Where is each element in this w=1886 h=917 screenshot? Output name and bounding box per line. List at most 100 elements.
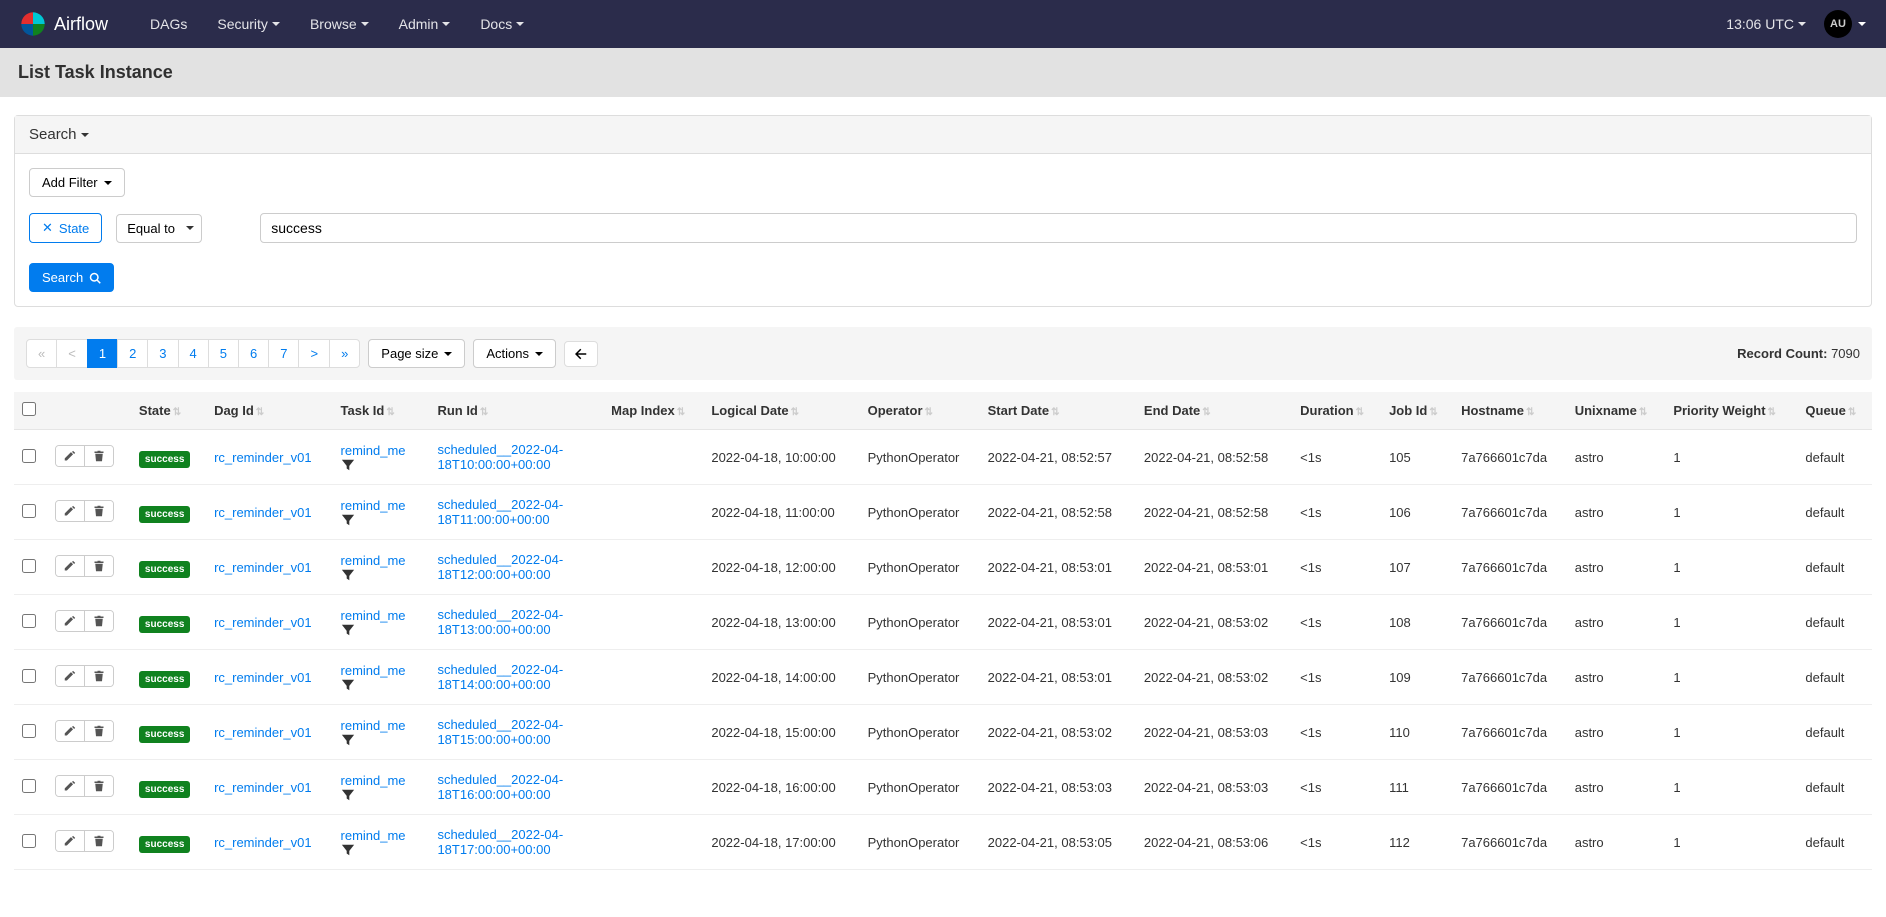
task-id-link[interactable]: remind_me <box>341 773 406 788</box>
duration-cell: <1s <box>1292 650 1381 705</box>
dag-id-link[interactable]: rc_reminder_v01 <box>214 670 312 685</box>
page-6[interactable]: 6 <box>238 339 269 368</box>
nav-item-browse[interactable]: Browse <box>298 2 381 46</box>
add-filter-button[interactable]: Add Filter <box>29 168 125 197</box>
page-size-dropdown[interactable]: Page size <box>368 339 465 368</box>
actions-dropdown[interactable]: Actions <box>473 339 556 368</box>
filter-icon[interactable] <box>341 678 422 692</box>
row-checkbox[interactable] <box>22 834 36 848</box>
run-id-link[interactable]: scheduled__2022-04-18T12:00:00+00:00 <box>437 552 577 582</box>
delete-button[interactable] <box>84 501 113 521</box>
row-checkbox[interactable] <box>22 669 36 683</box>
page-1[interactable]: 1 <box>87 339 118 368</box>
dag-id-link[interactable]: rc_reminder_v01 <box>214 450 312 465</box>
nav-item-admin[interactable]: Admin <box>387 2 463 46</box>
page-4[interactable]: 4 <box>178 339 209 368</box>
queue-cell: default <box>1797 430 1872 485</box>
task-id-link[interactable]: remind_me <box>341 718 406 733</box>
delete-button[interactable] <box>84 666 113 686</box>
col-hostname[interactable]: Hostname⇅ <box>1453 392 1567 430</box>
page-5[interactable]: 5 <box>208 339 239 368</box>
task-id-link[interactable]: remind_me <box>341 553 406 568</box>
filter-icon[interactable] <box>341 843 422 857</box>
delete-button[interactable] <box>84 556 113 576</box>
clock[interactable]: 13:06 UTC <box>1726 16 1806 32</box>
delete-button[interactable] <box>84 611 113 631</box>
filter-icon[interactable] <box>341 458 422 472</box>
run-id-link[interactable]: scheduled__2022-04-18T11:00:00+00:00 <box>437 497 577 527</box>
col-unixname[interactable]: Unixname⇅ <box>1567 392 1666 430</box>
col-state[interactable]: State⇅ <box>131 392 206 430</box>
row-checkbox[interactable] <box>22 614 36 628</box>
run-id-link[interactable]: scheduled__2022-04-18T13:00:00+00:00 <box>437 607 577 637</box>
col-logical-date[interactable]: Logical Date⇅ <box>703 392 859 430</box>
filter-icon[interactable] <box>341 733 422 747</box>
col-duration[interactable]: Duration⇅ <box>1292 392 1381 430</box>
edit-button[interactable] <box>56 556 84 576</box>
col-start-date[interactable]: Start Date⇅ <box>980 392 1136 430</box>
col-run-id[interactable]: Run Id⇅ <box>429 392 603 430</box>
run-id-link[interactable]: scheduled__2022-04-18T14:00:00+00:00 <box>437 662 577 692</box>
filter-icon[interactable] <box>341 788 422 802</box>
task-id-link[interactable]: remind_me <box>341 663 406 678</box>
page-2[interactable]: 2 <box>117 339 148 368</box>
filter-icon[interactable] <box>341 568 422 582</box>
dag-id-link[interactable]: rc_reminder_v01 <box>214 725 312 740</box>
filter-value-input[interactable] <box>260 213 1857 243</box>
row-checkbox[interactable] <box>22 779 36 793</box>
page-7[interactable]: 7 <box>268 339 299 368</box>
col-job-id[interactable]: Job Id⇅ <box>1381 392 1453 430</box>
row-checkbox[interactable] <box>22 449 36 463</box>
filter-operator-select[interactable]: Equal to <box>116 214 202 243</box>
nav-item-docs[interactable]: Docs <box>468 2 536 46</box>
task-id-link[interactable]: remind_me <box>341 443 406 458</box>
dag-id-link[interactable]: rc_reminder_v01 <box>214 780 312 795</box>
col-operator[interactable]: Operator⇅ <box>860 392 980 430</box>
edit-button[interactable] <box>56 446 84 466</box>
edit-button[interactable] <box>56 721 84 741</box>
search-panel-toggle[interactable]: Search <box>15 116 1871 154</box>
task-id-link[interactable]: remind_me <box>341 828 406 843</box>
delete-button[interactable] <box>84 721 113 741</box>
task-id-link[interactable]: remind_me <box>341 498 406 513</box>
edit-button[interactable] <box>56 501 84 521</box>
col-map-index[interactable]: Map Index⇅ <box>603 392 703 430</box>
edit-button[interactable] <box>56 666 84 686</box>
search-button[interactable]: Search <box>29 263 114 292</box>
col-queue[interactable]: Queue⇅ <box>1797 392 1872 430</box>
reset-button[interactable] <box>564 341 598 367</box>
select-all-checkbox[interactable] <box>22 402 36 416</box>
run-id-link[interactable]: scheduled__2022-04-18T16:00:00+00:00 <box>437 772 577 802</box>
page-3[interactable]: 3 <box>147 339 178 368</box>
row-checkbox[interactable] <box>22 559 36 573</box>
dag-id-link[interactable]: rc_reminder_v01 <box>214 615 312 630</box>
edit-button[interactable] <box>56 776 84 796</box>
col-task-id[interactable]: Task Id⇅ <box>333 392 430 430</box>
delete-button[interactable] <box>84 776 113 796</box>
edit-button[interactable] <box>56 611 84 631</box>
dag-id-link[interactable]: rc_reminder_v01 <box>214 835 312 850</box>
nav-item-security[interactable]: Security <box>205 2 292 46</box>
col-dag-id[interactable]: Dag Id⇅ <box>206 392 332 430</box>
delete-button[interactable] <box>84 446 113 466</box>
page-last[interactable]: » <box>329 339 360 368</box>
run-id-link[interactable]: scheduled__2022-04-18T15:00:00+00:00 <box>437 717 577 747</box>
edit-button[interactable] <box>56 831 84 851</box>
row-checkbox[interactable] <box>22 724 36 738</box>
dag-id-link[interactable]: rc_reminder_v01 <box>214 560 312 575</box>
filter-icon[interactable] <box>341 623 422 637</box>
brand[interactable]: Airflow <box>20 11 108 37</box>
row-checkbox[interactable] <box>22 504 36 518</box>
page-next[interactable]: > <box>298 339 330 368</box>
filter-icon[interactable] <box>341 513 422 527</box>
run-id-link[interactable]: scheduled__2022-04-18T10:00:00+00:00 <box>437 442 577 472</box>
user-menu[interactable]: AU <box>1824 10 1866 38</box>
col-end-date[interactable]: End Date⇅ <box>1136 392 1292 430</box>
task-id-link[interactable]: remind_me <box>341 608 406 623</box>
dag-id-link[interactable]: rc_reminder_v01 <box>214 505 312 520</box>
filter-chip-state[interactable]: ✕ State <box>29 213 102 243</box>
delete-button[interactable] <box>84 831 113 851</box>
nav-item-dags[interactable]: DAGs <box>138 2 199 46</box>
run-id-link[interactable]: scheduled__2022-04-18T17:00:00+00:00 <box>437 827 577 857</box>
col-priority-weight[interactable]: Priority Weight⇅ <box>1665 392 1797 430</box>
